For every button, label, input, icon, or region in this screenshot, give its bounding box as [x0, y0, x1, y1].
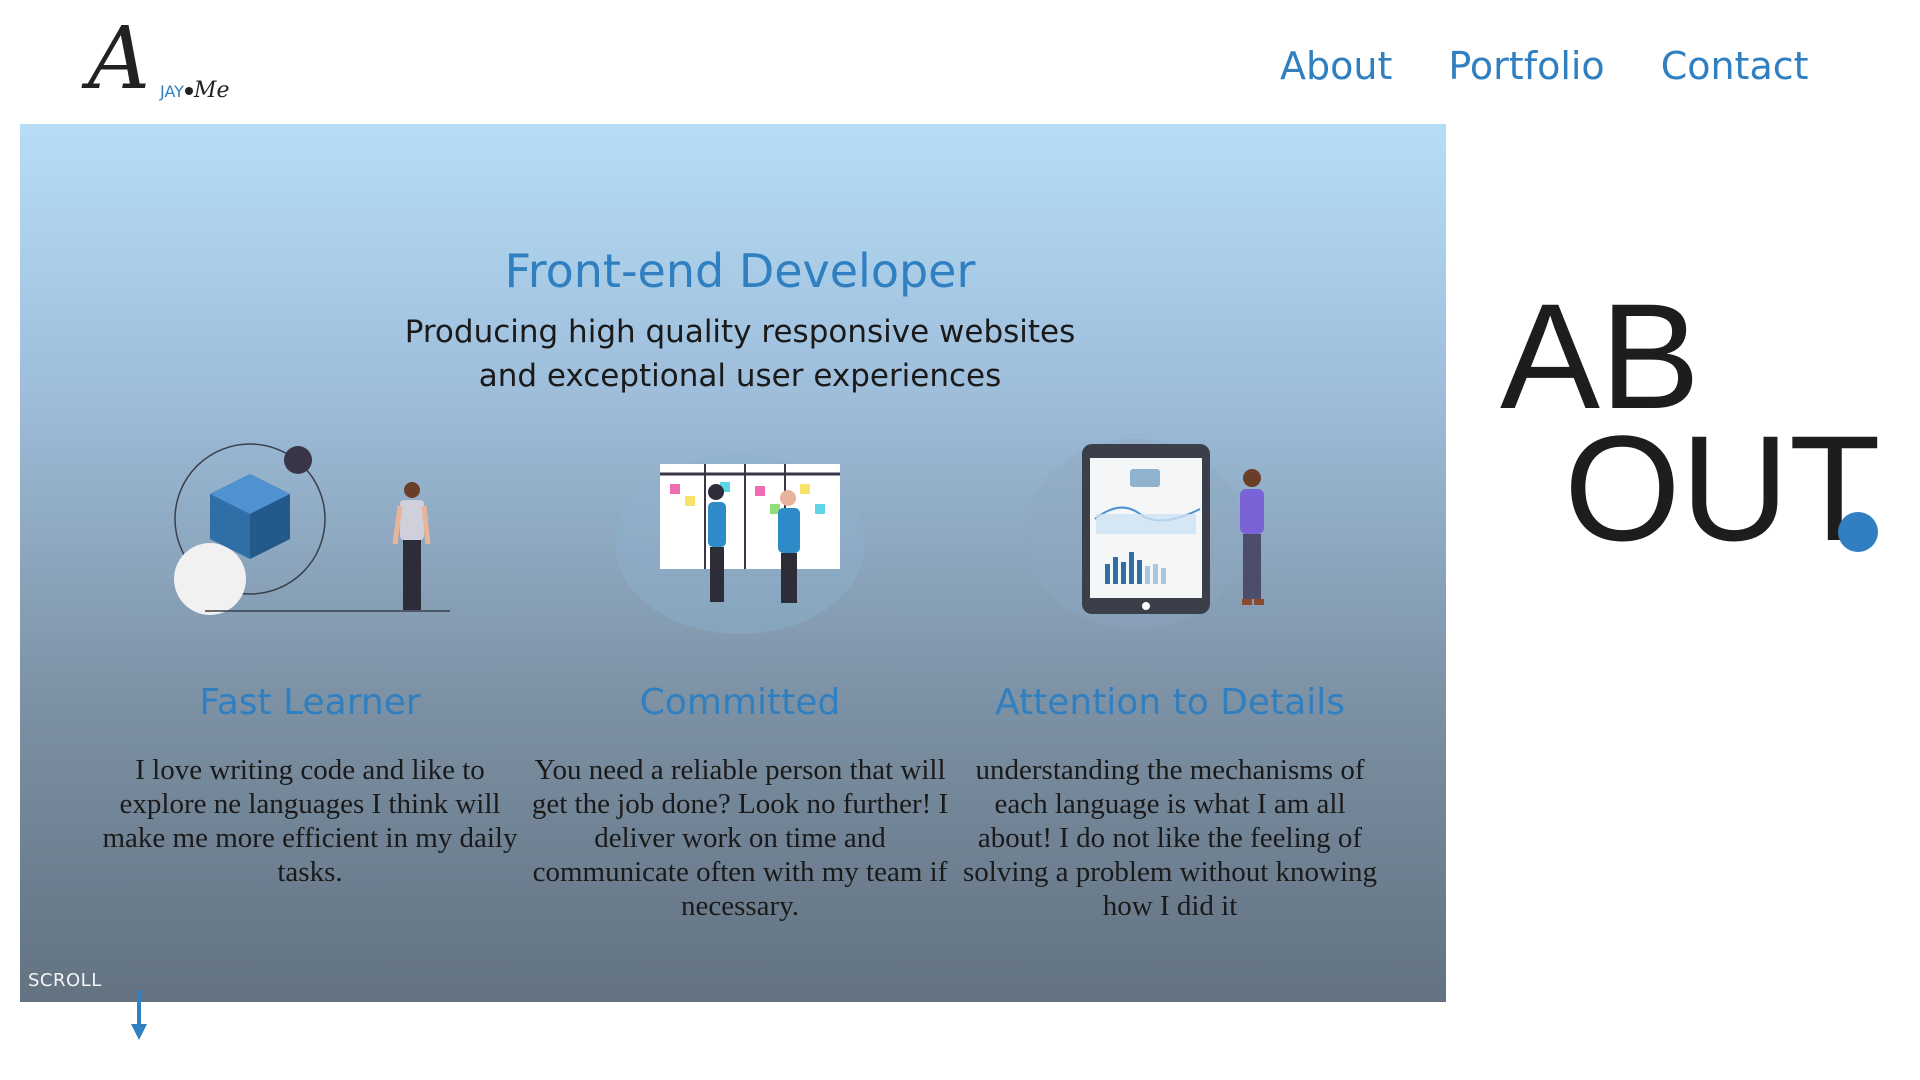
fast-learner-illustration [100, 424, 520, 654]
nav-about[interactable]: About [1280, 44, 1392, 88]
logo-dot [184, 87, 193, 95]
nav-portfolio[interactable]: Portfolio [1448, 44, 1604, 88]
hero-subtitle-line1: Producing high quality responsive websit… [404, 314, 1076, 350]
feature-card-attention-to-details: Attention to Details understanding the m… [960, 424, 1380, 923]
attention-to-details-illustration [960, 424, 1380, 654]
logo-monogram: A [88, 9, 151, 109]
scroll-label[interactable]: SCROLL [28, 970, 102, 991]
scroll-down-icon[interactable] [128, 990, 150, 1046]
logo-me: Me [193, 78, 230, 103]
logo-subtext: JAY Me [160, 78, 229, 103]
nav-contact[interactable]: Contact [1661, 44, 1809, 88]
about-heading-line2: OUT [1564, 404, 1881, 572]
brand-logo[interactable]: A JAY Me [88, 16, 248, 112]
feature-card-committed: Committed You need a reliable person tha… [530, 424, 950, 923]
hero-subtitle-line2: and exceptional user experiences [478, 358, 1002, 394]
feature-text-fast-learner: I love writing code and like to explore … [102, 754, 518, 888]
feature-title-attention-to-details: Attention to Details [995, 682, 1345, 723]
committed-illustration [530, 424, 950, 654]
feature-title-committed: Committed [639, 682, 841, 723]
about-accent-dot [1838, 512, 1878, 552]
logo-jay: JAY [160, 82, 184, 101]
hero-section: Front-end Developer Producing high quali… [20, 124, 1446, 1002]
feature-card-fast-learner: Fast Learner I love writing code and lik… [100, 424, 520, 889]
feature-title-fast-learner: Fast Learner [199, 682, 421, 723]
hero-title: Front-end Developer [504, 244, 976, 298]
feature-text-committed: You need a reliable person that will get… [531, 754, 949, 922]
about-heading: AB OUT [1500, 281, 1881, 572]
main-nav: About Portfolio Contact [1280, 44, 1809, 88]
feature-text-attention-to-details: understanding the mechanisms of each lan… [962, 754, 1378, 922]
hero-subtitle: Producing high quality responsive websit… [320, 310, 1160, 398]
